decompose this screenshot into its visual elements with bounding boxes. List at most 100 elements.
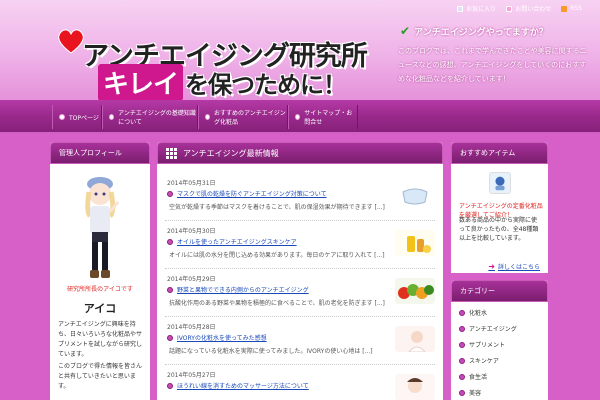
category-label: 食生活 xyxy=(469,374,488,381)
post-divider xyxy=(165,364,435,365)
post-date: 2014年05月31日 xyxy=(167,180,216,187)
post-title-link[interactable]: オイルを使ったアンチエイジングスキンケア xyxy=(167,237,297,246)
site-subtitle: キレイ を保つために！ xyxy=(98,64,347,101)
nav-bullet-icon xyxy=(205,114,211,120)
category-item[interactable]: サプリメント xyxy=(459,340,505,349)
post-divider xyxy=(165,268,435,269)
post-item: 2014年05月30日 オイルを使ったアンチエイジングスキンケア オイルには肌の… xyxy=(157,226,443,274)
oil-thumbnail[interactable] xyxy=(395,230,435,256)
category-item[interactable]: 美容 xyxy=(459,388,481,397)
bullet-icon xyxy=(167,382,173,389)
rss-link-label: RSS xyxy=(570,5,582,12)
site-title-rest: を保つために！ xyxy=(185,71,347,99)
nav-item-label: アンチエイジングの基礎知識について xyxy=(118,110,196,126)
profile-text: アンチエイジングに興味を持ち、日々いろいろな化粧品やサプリメントを試しながら研究… xyxy=(58,321,143,358)
bullet-icon xyxy=(459,373,465,380)
post-title-text: ほうれい線を消すためのマッサージ方法について xyxy=(177,383,309,390)
contact-link[interactable]: お問い合わせ xyxy=(506,4,551,13)
bullet-icon xyxy=(167,238,173,245)
category-item[interactable]: スキンケア xyxy=(459,356,499,365)
bullet-icon xyxy=(167,190,173,197)
favorite-link[interactable]: お気に入り xyxy=(457,4,496,13)
post-date: 2014年05月28日 xyxy=(167,324,216,331)
nav-item-label: おすすめのアンチエイジング化粧品 xyxy=(214,110,286,126)
arrow-right-icon: ➜ xyxy=(488,262,495,271)
site-header: お気に入り お問い合わせ RSS アンチエイジング研究所 キレイ を保つために！… xyxy=(0,0,600,101)
woman-thumbnail[interactable] xyxy=(395,326,435,352)
post-item: 2014年05月29日 野菜と果物でできる内側からのアンチエイジング 抗酸化作用… xyxy=(157,274,443,322)
post-excerpt: オイルには肌の水分を閉じ込める効果があります。毎日のケアに取り入れて [...] xyxy=(169,252,385,259)
nav-bullet-icon xyxy=(59,114,65,120)
category-item[interactable]: アンチエイジング xyxy=(459,324,517,333)
post-date: 2014年05月29日 xyxy=(167,276,216,283)
category-item[interactable]: 食生活 xyxy=(459,372,487,381)
bullet-icon xyxy=(167,334,173,341)
profile-panel: 管理人プロフィール 研究所所長のアイコです アイコ アンチエイジングに興味を持ち… xyxy=(50,142,150,400)
bookmark-icon xyxy=(457,5,464,12)
header-question-text: アンチエイジングやってますか？ xyxy=(414,27,548,38)
profile-panel-header: 管理人プロフィール xyxy=(50,142,150,164)
post-title-link[interactable]: 野菜と果物でできる内側からのアンチエイジング xyxy=(167,285,309,294)
category-panel: カテゴリー 化粧水 アンチエイジング サプリメント スキンケア 食生活 美容 xyxy=(451,280,548,400)
favorite-link-label: お気に入り xyxy=(466,6,497,13)
category-label: スキンケア xyxy=(469,358,499,365)
category-label: 化粧水 xyxy=(469,310,488,317)
top-links: お気に入り お問い合わせ RSS xyxy=(457,4,582,13)
rss-icon xyxy=(561,5,568,12)
vegetables-thumbnail[interactable] xyxy=(395,278,435,304)
post-date: 2014年05月30日 xyxy=(167,228,216,235)
post-item: 2014年05月31日 マスクで肌の乾燥を防ぐアンチエイジング対策について 空気… xyxy=(157,178,443,226)
header-question: ✔ アンチエイジングやってますか？ xyxy=(400,24,548,38)
product-icon[interactable] xyxy=(489,172,511,194)
mail-icon xyxy=(506,5,513,12)
bullet-icon xyxy=(459,309,465,316)
post-title-text: オイルを使ったアンチエイジングスキンケア xyxy=(177,239,297,246)
profile-caption: 研究所所長のアイコです xyxy=(67,286,133,293)
profile-text-2: このブログで得た情報を皆さんと共有していきたいと思います。 xyxy=(58,363,143,390)
nav-item-sitemap[interactable]: サイトマップ・お問合せ xyxy=(288,105,358,129)
nav-bullet-icon xyxy=(295,114,301,120)
site-title-kirei: キレイ xyxy=(98,64,184,101)
read-more-link[interactable]: ➜ 詳しくはこちら xyxy=(488,262,540,271)
recommend-text: 数ある商品の中から実際に使って良かったもの、全48種類以上を比較しています。 xyxy=(459,217,539,242)
bullet-icon xyxy=(459,325,465,332)
read-more-label: 詳しくはこちら xyxy=(497,264,540,271)
bullet-icon xyxy=(167,286,173,293)
nav-item-label: サイトマップ・お問合せ xyxy=(304,110,353,126)
post-title-link[interactable]: IVORYの化粧水を使ってみた感想 xyxy=(167,333,267,342)
post-item: 2014年05月28日 IVORYの化粧水を使ってみた感想 話題になっている化粧… xyxy=(157,322,443,370)
bullet-icon xyxy=(459,357,465,364)
post-title-link[interactable]: マスクで肌の乾燥を防ぐアンチエイジング対策について xyxy=(167,189,327,198)
nav-item-basics[interactable]: アンチエイジングの基礎知識について xyxy=(102,105,198,129)
contact-link-label: お問い合わせ xyxy=(515,6,552,13)
bullet-icon xyxy=(459,341,465,348)
mask-thumbnail[interactable] xyxy=(395,182,435,208)
category-item[interactable]: 化粧水 xyxy=(459,308,487,317)
category-panel-header: カテゴリー xyxy=(451,280,548,302)
face-thumbnail[interactable] xyxy=(395,374,435,400)
post-excerpt: 話題になっている化粧水を実際に使ってみました。IVORYの使い心地は [...] xyxy=(169,348,373,355)
recommend-panel: おすすめアイテム アンチエイジングの定番化粧品を厳選してご紹介！ 数ある商品の中… xyxy=(451,142,548,273)
post-excerpt: 空気が乾燥する季節はマスクを着けることで、肌の保湿効果が期待できます [...] xyxy=(169,204,385,211)
post-title-link[interactable]: ほうれい線を消すためのマッサージ方法について xyxy=(167,381,309,390)
news-panel-header: アンチエイジング最新情報 xyxy=(157,142,443,164)
header-description: このブログでは、これまで学んできたことや美容に関するニュースなどの感想、アンチエ… xyxy=(398,47,587,83)
news-panel-title: アンチエイジング最新情報 xyxy=(183,148,279,158)
post-divider xyxy=(165,220,435,221)
check-icon: ✔ xyxy=(400,24,411,38)
post-divider xyxy=(165,316,435,317)
profile-name: アイコ xyxy=(83,302,117,315)
nav-item-top[interactable]: TOPページ xyxy=(52,105,102,129)
nav-item-label: TOPページ xyxy=(69,114,99,122)
nav-bullet-icon xyxy=(109,114,115,120)
post-title-text: マスクで肌の乾燥を防ぐアンチエイジング対策について xyxy=(177,191,327,198)
character-illustration xyxy=(85,177,120,278)
category-label: サプリメント xyxy=(469,342,506,349)
category-label: 美容 xyxy=(469,390,482,397)
post-item: 2014年05月27日 ほうれい線を消すためのマッサージ方法について xyxy=(157,370,443,400)
post-title-text: 野菜と果物でできる内側からのアンチエイジング xyxy=(177,287,309,294)
grid-icon xyxy=(166,147,177,159)
recommend-panel-header: おすすめアイテム xyxy=(451,142,548,164)
rss-link[interactable]: RSS xyxy=(561,4,582,13)
nav-item-cosmetics[interactable]: おすすめのアンチエイジング化粧品 xyxy=(198,105,288,129)
